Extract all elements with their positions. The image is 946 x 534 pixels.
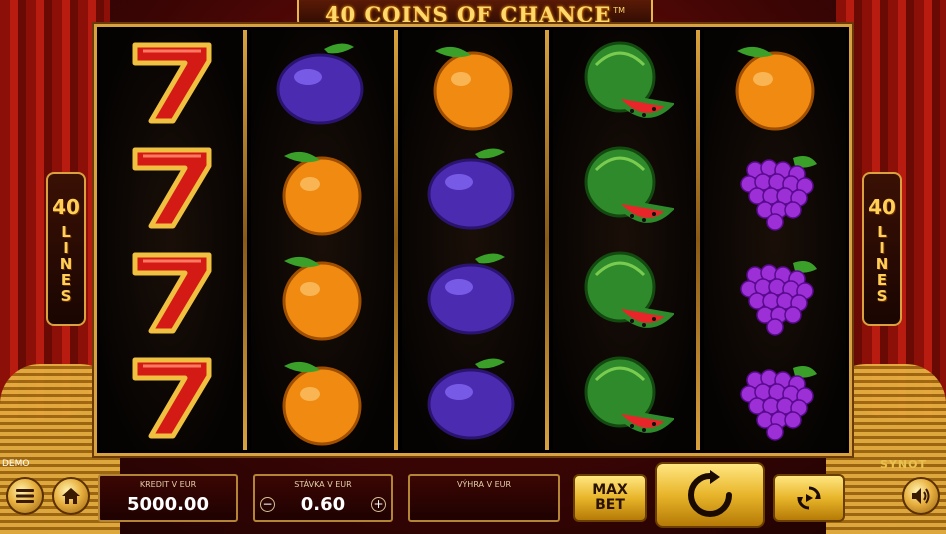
- seven-symbol: [100, 135, 242, 240]
- reel-2: [251, 30, 393, 450]
- orange-symbol: [704, 30, 846, 135]
- seven-symbol: [100, 345, 242, 450]
- plum-symbol: [251, 30, 393, 135]
- lines-word: LINES: [57, 223, 75, 303]
- lines-badge-left: 40 LINES: [46, 172, 86, 326]
- seven-symbol: [100, 240, 242, 345]
- spin-button[interactable]: [655, 462, 765, 528]
- watermelon-symbol: [553, 240, 695, 345]
- plum-symbol: [402, 135, 544, 240]
- credit-panel: KREDIT V EUR 5000.00: [98, 474, 238, 522]
- watermelon-symbol: [553, 135, 695, 240]
- spin-icon: [688, 470, 732, 517]
- seven-symbol: [100, 30, 242, 135]
- bet-panel: STÁVKA V EUR − 0.60 +: [253, 474, 393, 522]
- reel-1: [100, 30, 242, 450]
- bet-label: STÁVKA V EUR: [294, 480, 352, 489]
- brand-logo: SYNOT: [880, 458, 927, 471]
- menu-button[interactable]: [6, 477, 44, 515]
- win-panel: VÝHRA V EUR: [408, 474, 560, 522]
- home-button[interactable]: [52, 477, 90, 515]
- plum-symbol: [402, 345, 544, 450]
- win-label: VÝHRA V EUR: [456, 480, 512, 489]
- reel-4: [553, 30, 695, 450]
- lines-word: LINES: [873, 223, 891, 303]
- watermelon-symbol: [553, 30, 695, 135]
- demo-label: DEMO: [2, 459, 30, 469]
- grapes-symbol: [704, 240, 846, 345]
- reels-area: [94, 24, 852, 456]
- plum-symbol: [402, 240, 544, 345]
- lines-number: 40: [52, 195, 80, 219]
- autoplay-button[interactable]: [773, 474, 845, 522]
- orange-symbol: [402, 30, 544, 135]
- bet-increase-button[interactable]: +: [371, 497, 386, 512]
- game-title: 40 COINS OF CHANCE: [324, 1, 612, 27]
- grapes-symbol: [704, 135, 846, 240]
- reel-5: [704, 30, 846, 450]
- orange-symbol: [251, 240, 393, 345]
- autoplay-icon: [797, 486, 821, 510]
- max-bet-line2: BET: [595, 497, 625, 513]
- reel-divider: [243, 30, 247, 450]
- sound-button[interactable]: [902, 477, 940, 515]
- menu-icon: [16, 489, 34, 503]
- lines-badge-right: 40 LINES: [862, 172, 902, 326]
- orange-symbol: [251, 135, 393, 240]
- reel-divider: [545, 30, 549, 450]
- credit-value: 5000.00: [127, 494, 209, 515]
- max-bet-line1: MAX: [592, 482, 628, 498]
- credit-label: KREDIT V EUR: [139, 480, 197, 489]
- grapes-symbol: [704, 345, 846, 450]
- max-bet-button[interactable]: MAX BET: [573, 474, 647, 522]
- lines-number: 40: [868, 195, 896, 219]
- trademark: TM: [613, 6, 626, 15]
- reel-3: [402, 30, 544, 450]
- watermelon-symbol: [553, 345, 695, 450]
- reel-divider: [696, 30, 700, 450]
- speaker-icon: [912, 488, 930, 504]
- home-icon: [62, 488, 80, 504]
- orange-symbol: [251, 345, 393, 450]
- reel-divider: [394, 30, 398, 450]
